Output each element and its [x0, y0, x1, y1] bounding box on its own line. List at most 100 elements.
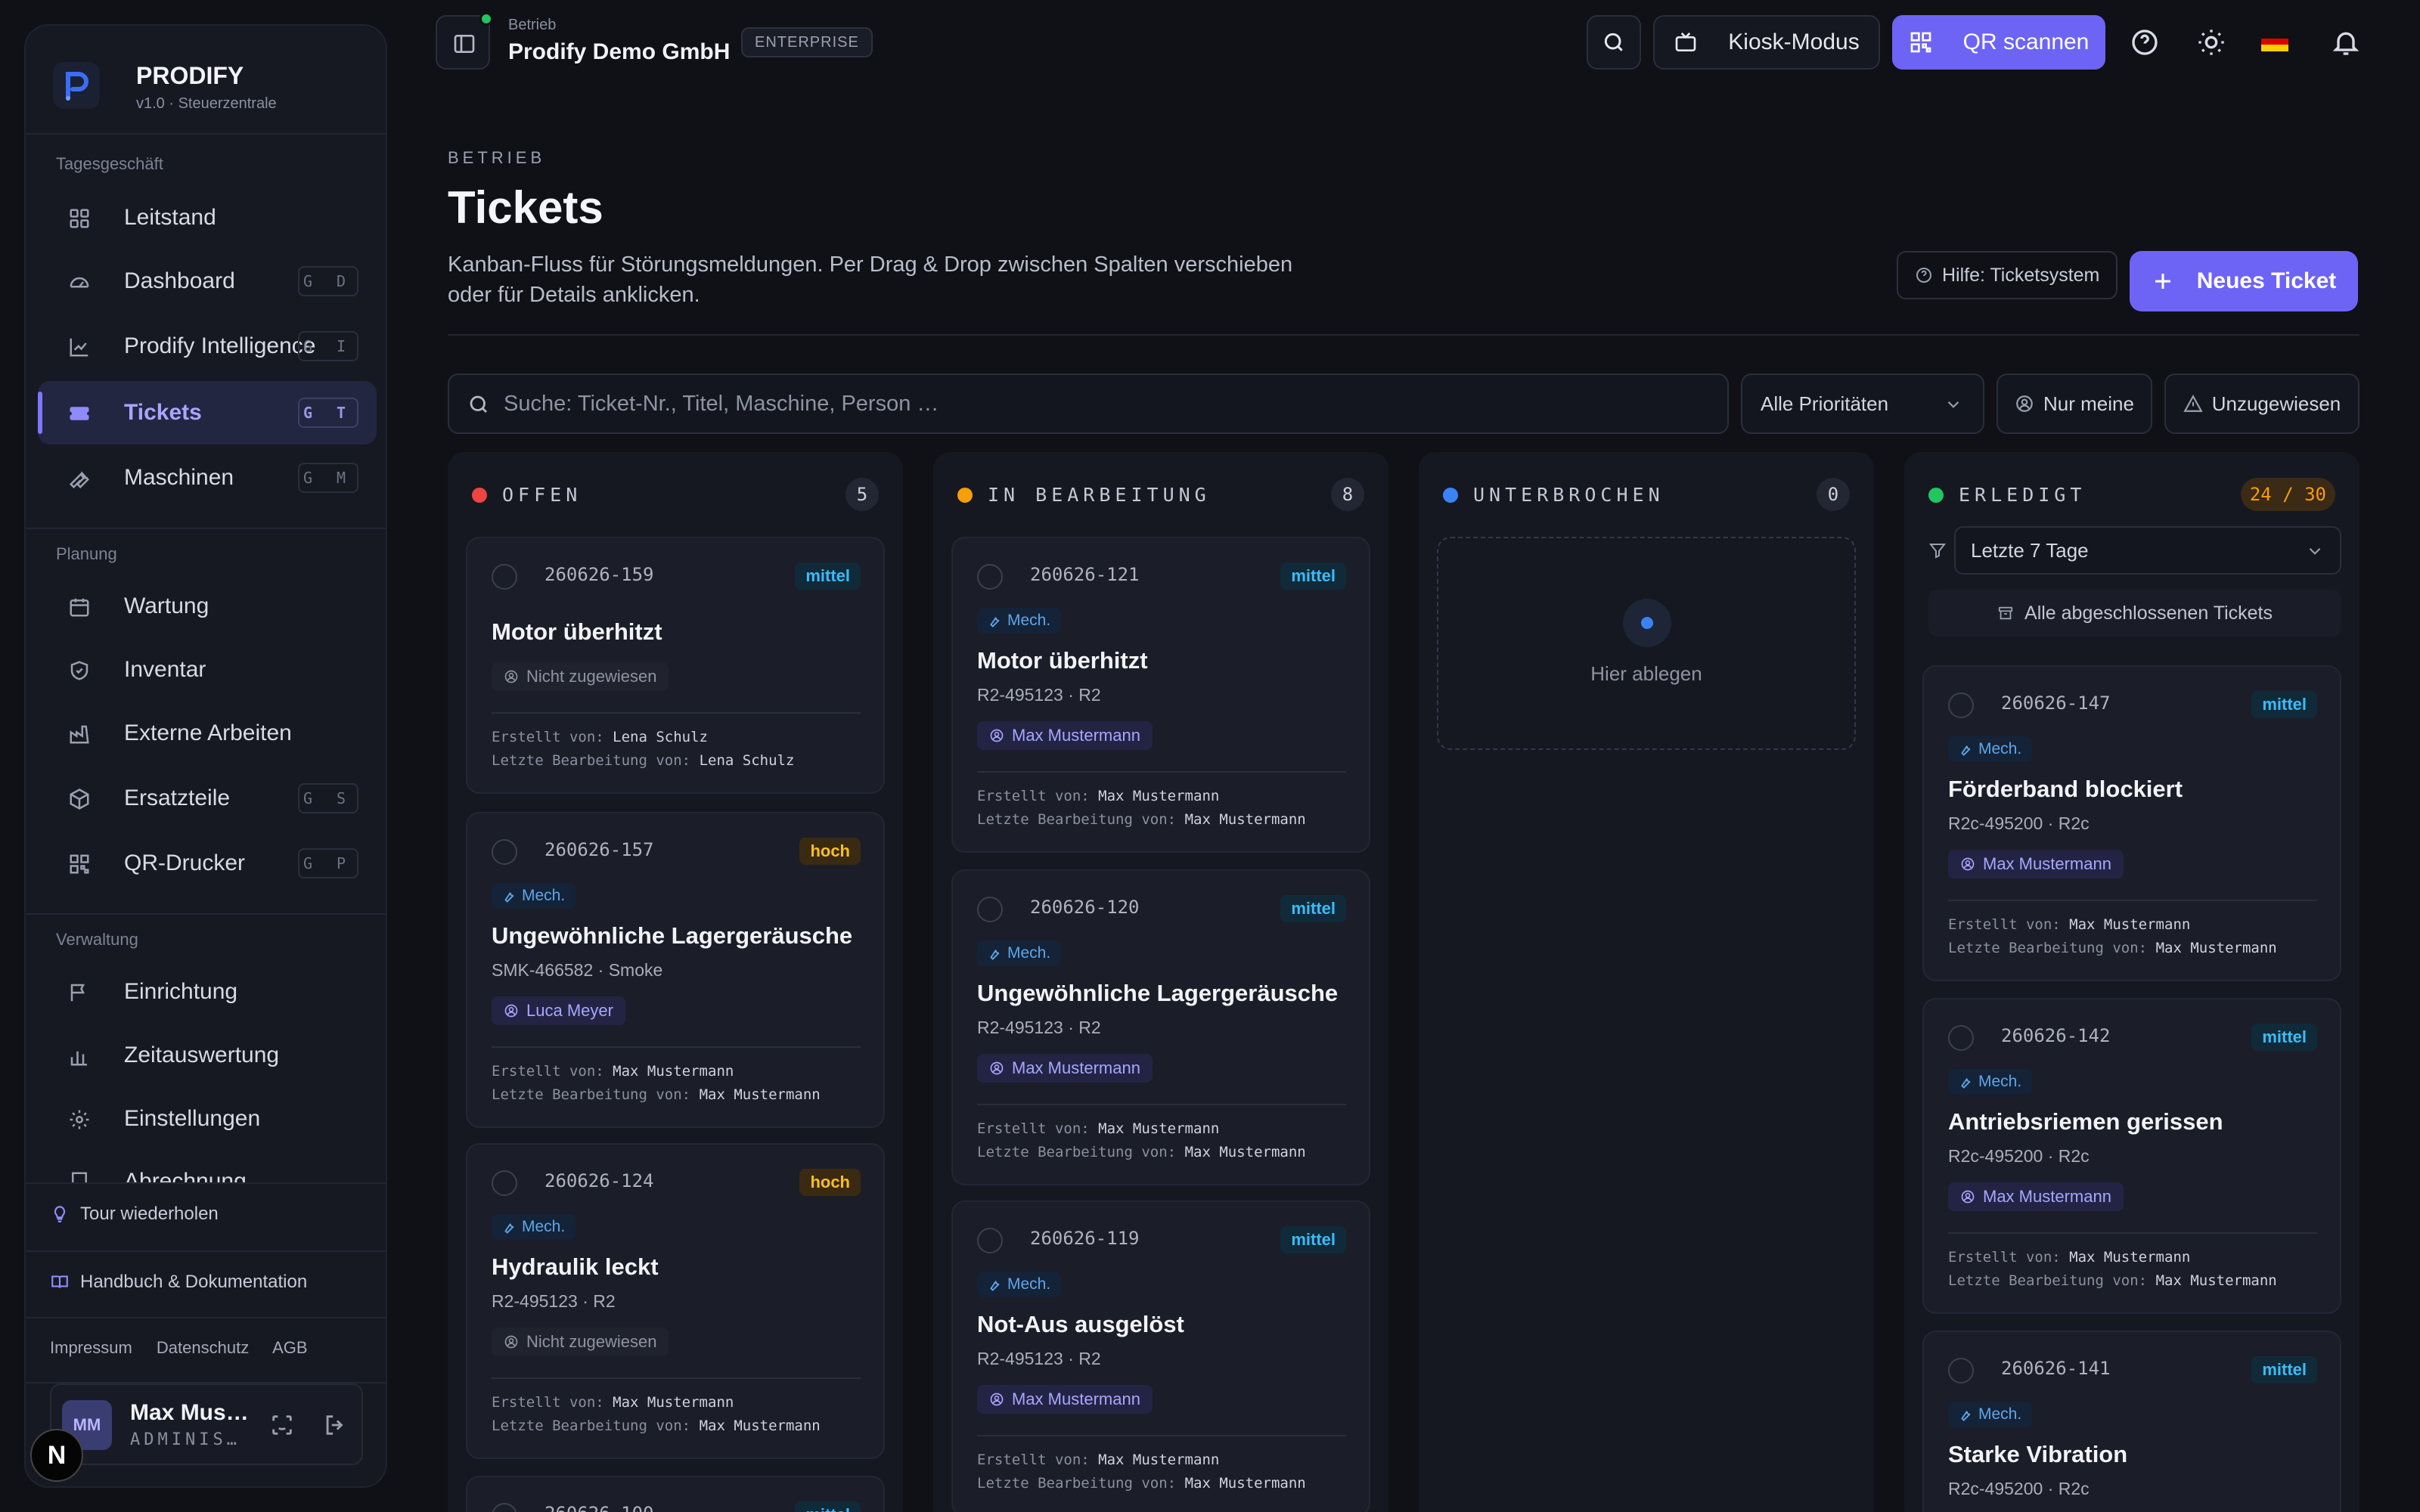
select-checkbox[interactable]: [492, 564, 517, 590]
select-checkbox[interactable]: [977, 1228, 1003, 1253]
face-scan-icon[interactable]: [269, 1412, 295, 1438]
column-header: ERLEDIGT: [1928, 484, 2086, 506]
column-paused[interactable]: UNTERBROCHEN 0 Hier ablegen: [1419, 452, 1874, 1512]
sidebar-item-leitstand[interactable]: Leitstand: [38, 186, 377, 249]
user-circle-icon: [1961, 1190, 1975, 1204]
sidebar-item-inventar[interactable]: Inventar: [38, 638, 377, 702]
ticket-card[interactable]: 260626-157 hoch Mech. Ungewöhnliche Lage…: [466, 812, 885, 1128]
kiosk-mode-button[interactable]: Kiosk-Modus: [1653, 15, 1880, 70]
select-checkbox[interactable]: [492, 1170, 517, 1196]
ticket-id: 260626-120: [1030, 897, 1140, 918]
ticket-card[interactable]: 260626-142 mittel Mech. Antriebsriemen g…: [1922, 998, 2341, 1314]
logout-icon[interactable]: [322, 1412, 348, 1438]
sidebar-item-tickets[interactable]: Tickets G T: [38, 381, 377, 445]
time-range-select[interactable]: Letzte 7 Tage: [1954, 526, 2341, 575]
sidebar-item-einrichtung[interactable]: Einrichtung: [38, 960, 377, 1024]
sidebar-panel-icon: [454, 35, 475, 53]
gauge-icon: [70, 277, 89, 288]
search-icon: [470, 395, 487, 413]
next-dev-badge[interactable]: N: [30, 1429, 83, 1482]
sidebar-toggle-button[interactable]: [436, 12, 493, 70]
column-title: IN BEARBEITUNG: [988, 484, 1211, 506]
column-open[interactable]: OFFEN 5 260626-159 mittel Motor überhitz…: [448, 452, 903, 1512]
select-checkbox[interactable]: [1948, 692, 1974, 718]
category-badge: Mech.: [977, 608, 1062, 634]
sidebar-item-maschinen[interactable]: Maschinen G M: [38, 446, 377, 510]
created-by-label: Erstellt von:: [492, 729, 604, 745]
assignee-name: Max Mustermann: [1012, 1390, 1140, 1408]
divider: [448, 334, 2360, 336]
user-circle-icon: [2016, 395, 2033, 412]
ticket-card[interactable]: 260626-141 mittel Mech. Starke Vibration…: [1922, 1331, 2341, 1512]
sun-icon[interactable]: [2196, 27, 2226, 57]
agb-link[interactable]: AGB: [272, 1338, 307, 1357]
new-ticket-button[interactable]: Neues Ticket: [2130, 251, 2358, 311]
docs-link[interactable]: Handbuch & Dokumentation: [50, 1272, 307, 1293]
sidebar-item-label: Ersatzteile: [124, 785, 231, 810]
assignee-name: Max Mustermann: [1012, 1058, 1140, 1077]
ticket-card[interactable]: 260626-124 hoch Mech. Hydraulik leckt R2…: [466, 1143, 885, 1459]
created-by-label: Erstellt von:: [977, 1120, 1090, 1137]
sidebar-item-ersatzteile[interactable]: Ersatzteile G S: [38, 767, 377, 830]
ticket-card[interactable]: 260626-159 mittel Motor überhitzt Nicht …: [466, 537, 885, 794]
ticket-title: Ungewöhnliche Lagergeräusche: [977, 980, 1339, 1006]
select-checkbox[interactable]: [492, 839, 517, 865]
divider: [977, 1435, 1346, 1436]
tour-link[interactable]: Tour wiederholen: [50, 1204, 219, 1225]
sidebar-item-prodify-intelligence[interactable]: Prodify Intelligence G I: [38, 314, 377, 378]
divider: [1948, 900, 2317, 901]
section-title: Planung: [56, 544, 117, 563]
column-title: OFFEN: [502, 484, 582, 506]
sidebar-item-wartung[interactable]: Wartung: [38, 575, 377, 638]
sidebar-item-qr-drucker[interactable]: QR-Drucker G P: [38, 832, 377, 895]
page-title: Tickets: [448, 182, 603, 233]
only-mine-button[interactable]: Nur meine: [1996, 373, 2152, 434]
sidebar-item-label: Tickets: [124, 400, 202, 425]
user-card[interactable]: MM Max Mus… ADMINIS…: [50, 1383, 363, 1465]
column-header: UNTERBROCHEN: [1443, 484, 1665, 506]
machine-label: R2c-495200 · R2c: [1948, 1479, 2090, 1498]
all-closed-label: Alle abgeschlossenen Tickets: [2024, 602, 2273, 624]
ticket-search[interactable]: [448, 373, 1729, 434]
sidebar-item-dashboard[interactable]: Dashboard G D: [38, 249, 377, 313]
column-done[interactable]: ERLEDIGT 24 / 30 Letzte 7 Tage Alle abge…: [1904, 452, 2360, 1512]
unassigned-button[interactable]: Unzugewiesen: [2164, 373, 2360, 434]
impressum-link[interactable]: Impressum: [50, 1338, 132, 1357]
drop-zone[interactable]: Hier ablegen: [1437, 537, 1856, 750]
bell-icon[interactable]: [2331, 27, 2361, 57]
priority-select[interactable]: Alle Prioritäten: [1741, 373, 1984, 434]
created-by: Max Mustermann: [2069, 1249, 2191, 1266]
status-dot: [1928, 487, 1944, 503]
select-checkbox[interactable]: [977, 897, 1003, 922]
category-badge: Mech.: [492, 1214, 576, 1240]
ticket-card[interactable]: 260626-121 mittel Mech. Motor überhitzt …: [951, 537, 1370, 853]
sidebar-item-zeitauswertung[interactable]: Zeitauswertung: [38, 1024, 377, 1087]
filter-icon: [1928, 544, 1947, 559]
german-flag-icon[interactable]: [2261, 32, 2288, 51]
ticket-card[interactable]: 260626-147 mittel Mech. Förderband block…: [1922, 665, 2341, 981]
sidebar-item-externe-arbeiten[interactable]: Externe Arbeiten: [38, 702, 377, 765]
search-button[interactable]: [1587, 15, 1641, 70]
ticket-card[interactable]: 260626-120 mittel Mech. Ungewöhnliche La…: [951, 869, 1370, 1185]
brand[interactable]: PRODIFY v1.0 · Steuerzentrale: [53, 50, 371, 125]
datenschutz-link[interactable]: Datenschutz: [157, 1338, 249, 1357]
search-input[interactable]: [504, 375, 1714, 432]
sidebar-item-abrechnung[interactable]: Abrechnung: [38, 1149, 377, 1182]
app-name: PRODIFY: [136, 62, 244, 89]
calendar-icon: [70, 598, 89, 617]
last-edited-by: Max Mustermann: [699, 1418, 821, 1434]
select-checkbox[interactable]: [1948, 1358, 1974, 1383]
help-ticketsystem-button[interactable]: Hilfe: Ticketsystem: [1897, 251, 2118, 299]
ticket-card[interactable]: 260626-119 mittel Mech. Not-Aus ausgelös…: [951, 1201, 1370, 1512]
column-in-progress[interactable]: IN BEARBEITUNG 8 260626-121 mittel Mech.…: [933, 452, 1388, 1512]
column-header: IN BEARBEITUNG: [957, 484, 1211, 506]
select-checkbox[interactable]: [1948, 1025, 1974, 1051]
all-closed-tickets-button[interactable]: Alle abgeschlossenen Tickets: [1928, 590, 2341, 637]
select-checkbox[interactable]: [977, 564, 1003, 590]
ticket-card[interactable]: 260626-100 mittel: [466, 1476, 885, 1512]
sidebar-item-einstellungen[interactable]: Einstellungen: [38, 1087, 377, 1151]
help-icon[interactable]: [2130, 27, 2160, 57]
qr-scan-button[interactable]: QR scannen: [1892, 15, 2105, 70]
bar-chart-icon: [70, 1051, 87, 1066]
select-checkbox[interactable]: [492, 1503, 517, 1512]
